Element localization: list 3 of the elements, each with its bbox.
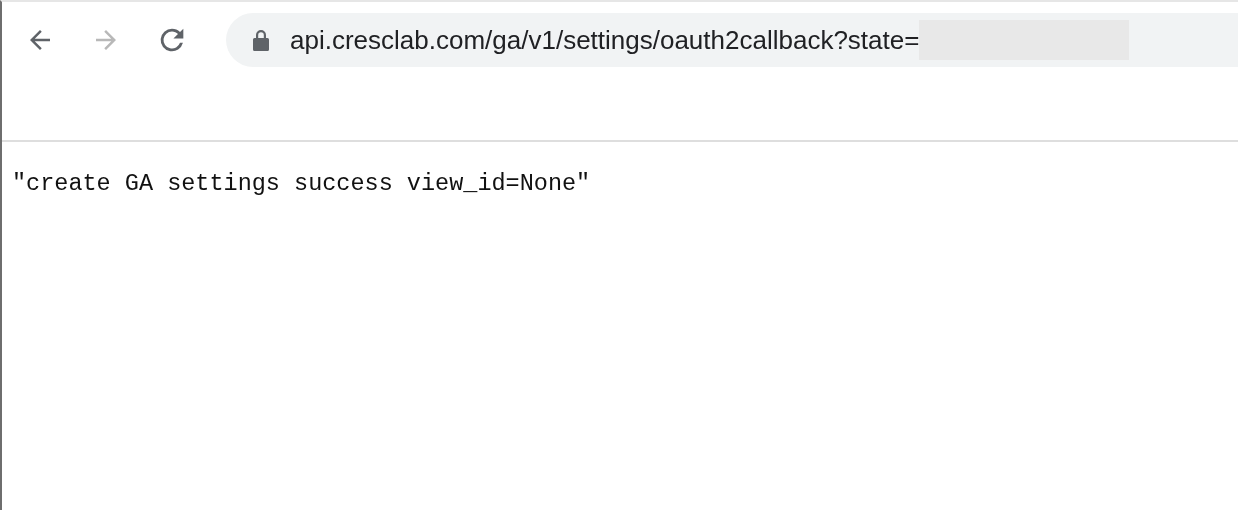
- url-text: api.cresclab.com/ga/v1/settings/oauth2callback?state=: [290, 24, 920, 56]
- response-text: "create GA settings success view_id=None": [12, 170, 591, 197]
- address-bar[interactable]: api.cresclab.com/ga/v1/settings/oauth2callback?state=: [226, 13, 1238, 67]
